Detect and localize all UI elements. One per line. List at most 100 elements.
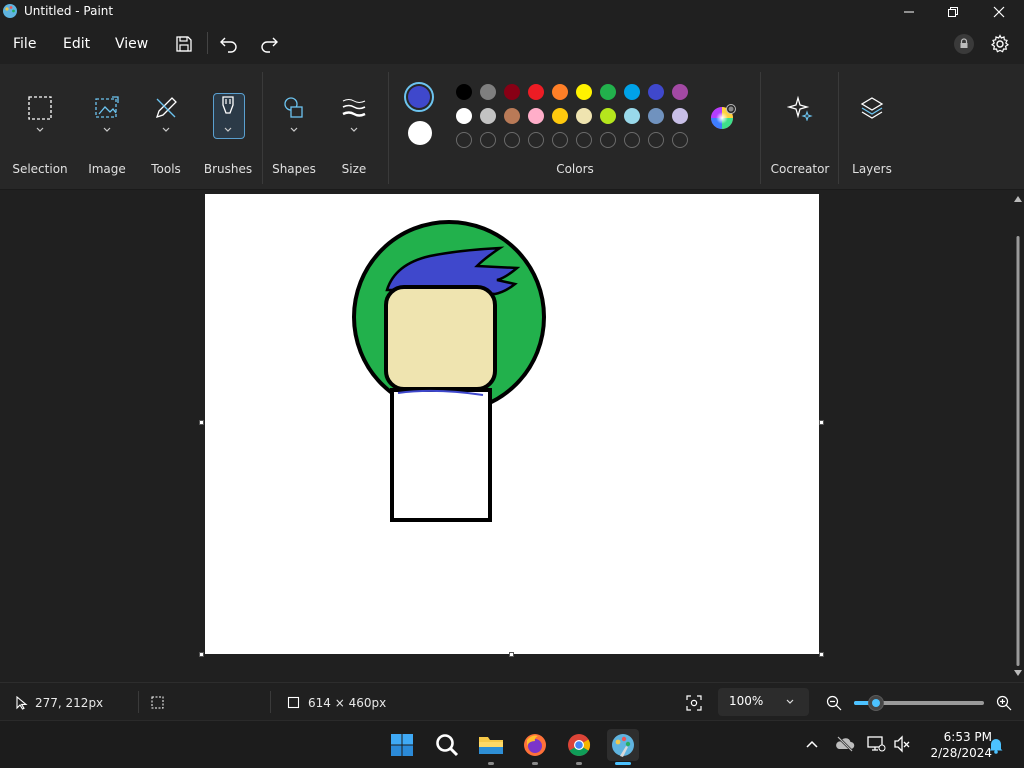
chevron-up-icon[interactable] [805, 739, 819, 749]
paint-taskbar-button[interactable] [607, 729, 639, 765]
menu-edit[interactable]: Edit [63, 36, 90, 52]
volume-muted-icon[interactable] [893, 735, 911, 753]
ribbon-toolbar: Selection Image Tools Brushes Shapes Siz… [0, 64, 1024, 190]
menu-view[interactable]: View [115, 36, 148, 52]
title-bar: Untitled - Paint [0, 0, 1024, 24]
window-title: Untitled - Paint [24, 4, 114, 18]
tools-group[interactable]: Tools [142, 64, 190, 190]
system-clock[interactable]: 6:53 PM 2/28/2024 [920, 729, 992, 761]
ribbon-separator [838, 72, 839, 184]
sparkle-icon [787, 95, 813, 121]
custom-color-slot[interactable] [576, 132, 592, 148]
body-rectangle-shape [390, 388, 492, 522]
running-indicator [532, 762, 538, 765]
zoom-dropdown[interactable]: 100% [718, 688, 809, 716]
custom-color-slot[interactable] [528, 132, 544, 148]
brushes-group[interactable]: Brushes [200, 64, 256, 190]
color-swatch[interactable] [672, 108, 688, 124]
close-button[interactable] [976, 0, 1022, 24]
gear-icon [990, 34, 1010, 53]
color-swatch[interactable] [456, 108, 472, 124]
edit-colors-button[interactable] [710, 104, 736, 130]
cocreator-group[interactable]: Cocreator [766, 64, 834, 190]
color-swatch[interactable] [480, 84, 496, 100]
zoom-in-icon[interactable] [996, 695, 1012, 711]
color-swatch[interactable] [504, 108, 520, 124]
color-swatch[interactable] [552, 108, 568, 124]
resize-handle-left[interactable] [199, 420, 204, 425]
color-swatch[interactable] [624, 108, 640, 124]
color-swatch[interactable] [504, 84, 520, 100]
onedrive-offline-icon[interactable] [835, 735, 855, 753]
notification-bell-icon[interactable] [988, 736, 1004, 754]
primary-color[interactable] [404, 82, 434, 112]
resize-handle-bottom[interactable] [509, 652, 514, 657]
layers-group[interactable]: Layers [842, 64, 902, 190]
paint-app-icon [3, 4, 17, 18]
color-swatch[interactable] [480, 108, 496, 124]
cocreator-label: Cocreator [770, 162, 830, 176]
zoom-out-icon[interactable] [826, 695, 842, 711]
secondary-color[interactable] [408, 121, 432, 145]
chrome-button[interactable] [563, 729, 595, 765]
restore-button[interactable] [930, 0, 976, 24]
file-explorer-button[interactable] [475, 729, 507, 765]
color-swatch[interactable] [600, 84, 616, 100]
selection-group[interactable]: Selection [0, 64, 80, 190]
resize-handle-bottom-left[interactable] [199, 652, 204, 657]
color-swatch[interactable] [528, 84, 544, 100]
custom-color-slot[interactable] [624, 132, 640, 148]
resize-handle-bottom-right[interactable] [819, 652, 824, 657]
custom-color-slot[interactable] [648, 132, 664, 148]
save-button[interactable] [172, 32, 196, 56]
color-swatch[interactable] [600, 108, 616, 124]
drawing [352, 220, 546, 522]
zoom-slider[interactable] [854, 695, 984, 711]
custom-color-slot[interactable] [480, 132, 496, 148]
paint-icon [612, 734, 634, 757]
minimize-button[interactable] [886, 0, 932, 24]
zoom-slider-thumb[interactable] [868, 695, 885, 711]
menu-file[interactable]: File [13, 36, 36, 52]
pencil-eraser-icon [155, 97, 177, 119]
start-button[interactable] [386, 729, 418, 761]
colors-group: Colors [392, 64, 758, 190]
zoom-level: 100% [729, 694, 764, 708]
vertical-scrollbar[interactable] [1014, 194, 1022, 678]
custom-color-slot[interactable] [600, 132, 616, 148]
search-button[interactable] [431, 729, 463, 761]
account-button[interactable] [952, 32, 976, 56]
color-swatch[interactable] [576, 84, 592, 100]
canvas-size: 614 × 460px [308, 696, 387, 710]
custom-color-slot[interactable] [552, 132, 568, 148]
color-wheel-icon [711, 104, 736, 129]
undo-button[interactable] [217, 32, 241, 56]
color-swatch[interactable] [648, 108, 664, 124]
chevron-down-icon [224, 127, 232, 132]
color-swatch[interactable] [456, 84, 472, 100]
redo-button[interactable] [257, 32, 281, 56]
fit-to-window-icon[interactable] [686, 695, 702, 711]
color-swatch[interactable] [576, 108, 592, 124]
cocreator-icon-wrap [784, 92, 816, 124]
settings-button[interactable] [988, 32, 1012, 56]
custom-color-slot[interactable] [456, 132, 472, 148]
shapes-icon-wrap [278, 92, 310, 124]
resize-handle-right[interactable] [819, 420, 824, 425]
color-swatch[interactable] [528, 108, 544, 124]
network-icon[interactable] [866, 735, 886, 753]
color-swatch[interactable] [552, 84, 568, 100]
firefox-icon [524, 734, 546, 756]
image-group[interactable]: Image [84, 64, 130, 190]
custom-color-slot[interactable] [504, 132, 520, 148]
custom-color-slot[interactable] [672, 132, 688, 148]
color-swatch[interactable] [624, 84, 640, 100]
drawing-canvas[interactable] [205, 194, 819, 654]
close-icon [993, 6, 1005, 18]
color-swatch[interactable] [672, 84, 688, 100]
firefox-button[interactable] [519, 729, 551, 765]
size-group[interactable]: Size [330, 64, 378, 190]
scrollbar-graphic [1014, 196, 1022, 676]
shapes-group[interactable]: Shapes [270, 64, 318, 190]
color-swatch[interactable] [648, 84, 664, 100]
